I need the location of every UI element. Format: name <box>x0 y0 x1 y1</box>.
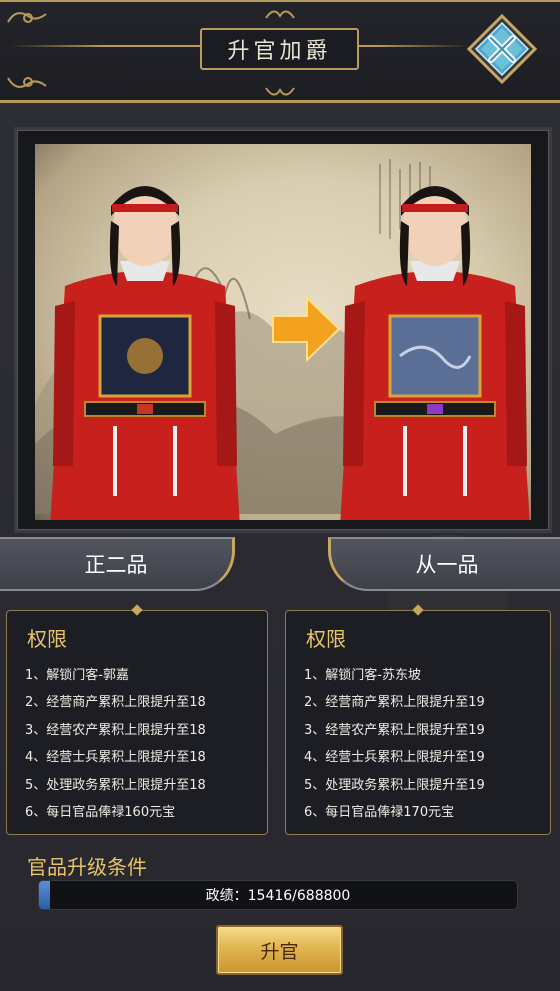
permission-item: 6、每日官品俸禄170元宝 <box>304 804 455 820</box>
upgrade-conditions-title: 官品升级条件 <box>27 855 147 879</box>
upgrade-arrow-icon <box>272 295 341 363</box>
official-avatar-next <box>340 186 530 520</box>
permissions-list: 1、解锁门客-郭嘉 2、经营商产累积上限提升至18 3、经营农产累积上限提升至1… <box>25 662 249 826</box>
official-avatar-current <box>50 186 240 520</box>
permission-item: 2、经营商产累积上限提升至18 <box>25 695 206 711</box>
page-title: 升官加爵 <box>227 39 332 64</box>
promote-button-label: 升官 <box>260 940 299 963</box>
permission-item: 1、解锁门客-郭嘉 <box>25 668 129 683</box>
next-rank-tab: 从一品 <box>328 537 560 591</box>
merit-progress-bar: 政绩：15416/688800 <box>38 880 518 910</box>
close-button[interactable] <box>467 14 537 84</box>
close-x-icon <box>467 14 537 84</box>
current-rank-label: 正二品 <box>84 553 148 577</box>
permissions-title: 权限 <box>306 627 346 651</box>
cloud-ornament-icon <box>7 12 47 23</box>
title-plaque: 升官加爵 <box>200 28 359 70</box>
header-bar: 升官加爵 <box>0 0 560 103</box>
landscape-painting <box>35 144 531 520</box>
cloud-ornament-icon <box>265 87 295 96</box>
official-portrait-frame <box>14 127 552 533</box>
cloud-ornament-icon <box>265 10 295 19</box>
permission-item: 4、经营士兵累积上限提升至19 <box>304 750 485 766</box>
permissions-title: 权限 <box>27 627 67 651</box>
permission-item: 3、经营农产累积上限提升至18 <box>25 722 206 738</box>
permission-item: 3、经营农产累积上限提升至19 <box>304 722 485 738</box>
next-rank-label: 从一品 <box>415 553 479 577</box>
permissions-list: 1、解锁门客-苏东坡 2、经营商产累积上限提升至19 3、经营农产累积上限提升至… <box>304 662 532 826</box>
current-permissions-panel: 权限 1、解锁门客-郭嘉 2、经营商产累积上限提升至18 3、经营农产累积上限提… <box>6 604 268 835</box>
current-rank-tab: 正二品 <box>0 537 235 591</box>
permission-item: 2、经营商产累积上限提升至19 <box>304 695 485 711</box>
merit-progress-text: 政绩：15416/688800 <box>205 888 351 904</box>
permission-item: 5、处理政务累积上限提升至18 <box>25 777 206 793</box>
permission-item: 1、解锁门客-苏东坡 <box>304 668 421 683</box>
permission-item: 6、每日官品俸禄160元宝 <box>25 804 176 820</box>
promote-button[interactable]: 升官 <box>216 925 343 975</box>
permission-item: 5、处理政务累积上限提升至19 <box>304 777 485 793</box>
permission-item: 4、经营士兵累积上限提升至18 <box>25 750 206 766</box>
cloud-ornament-icon <box>7 77 47 88</box>
next-permissions-panel: 权限 1、解锁门客-苏东坡 2、经营商产累积上限提升至19 3、经营农产累积上限… <box>285 604 551 835</box>
